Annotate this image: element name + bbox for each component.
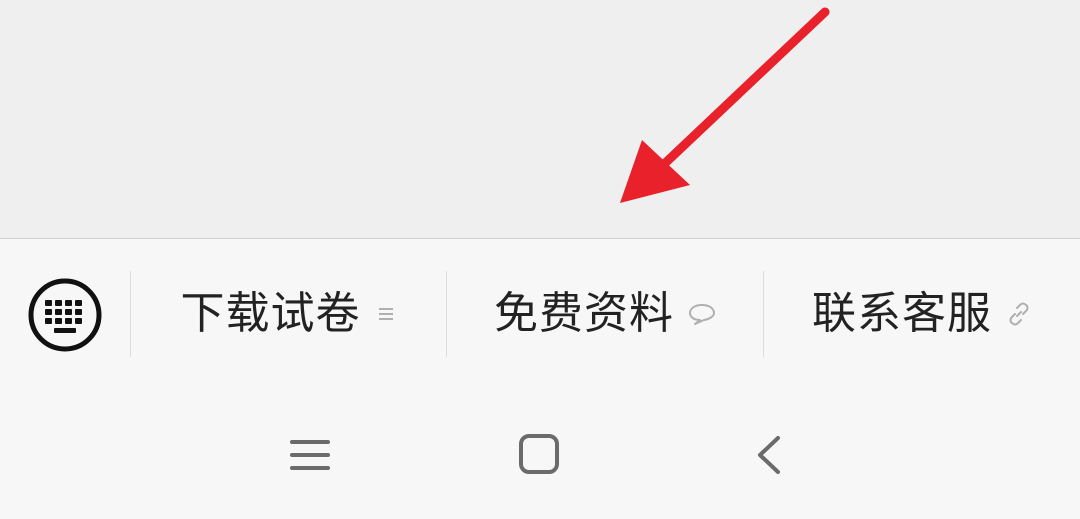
home-icon[interactable]	[509, 430, 569, 480]
link-icon	[1009, 302, 1029, 326]
menu-item-label: 免费资料	[494, 288, 674, 339]
menu-item-label: 下载试卷	[180, 288, 361, 339]
menu-item-label: 联系客服	[812, 288, 992, 339]
menu-item-download-papers[interactable]: 下载试卷	[131, 271, 446, 357]
screen: 下载试卷 免费资料 联系客服	[0, 0, 1080, 519]
chat-bubble-icon	[689, 304, 715, 325]
recents-icon[interactable]	[280, 430, 340, 480]
menu-item-contact-service[interactable]: 联系客服	[764, 271, 1080, 357]
back-icon[interactable]	[740, 430, 800, 480]
system-nav-bar	[0, 390, 1080, 519]
keyboard-icon[interactable]	[27, 277, 103, 353]
menu-bar: 下载试卷 免费资料 联系客服	[0, 238, 1080, 390]
red-arrow-annotation	[620, 7, 830, 203]
submenu-lines-icon	[378, 308, 393, 320]
menu-item-free-materials[interactable]: 免费资料	[447, 271, 763, 357]
